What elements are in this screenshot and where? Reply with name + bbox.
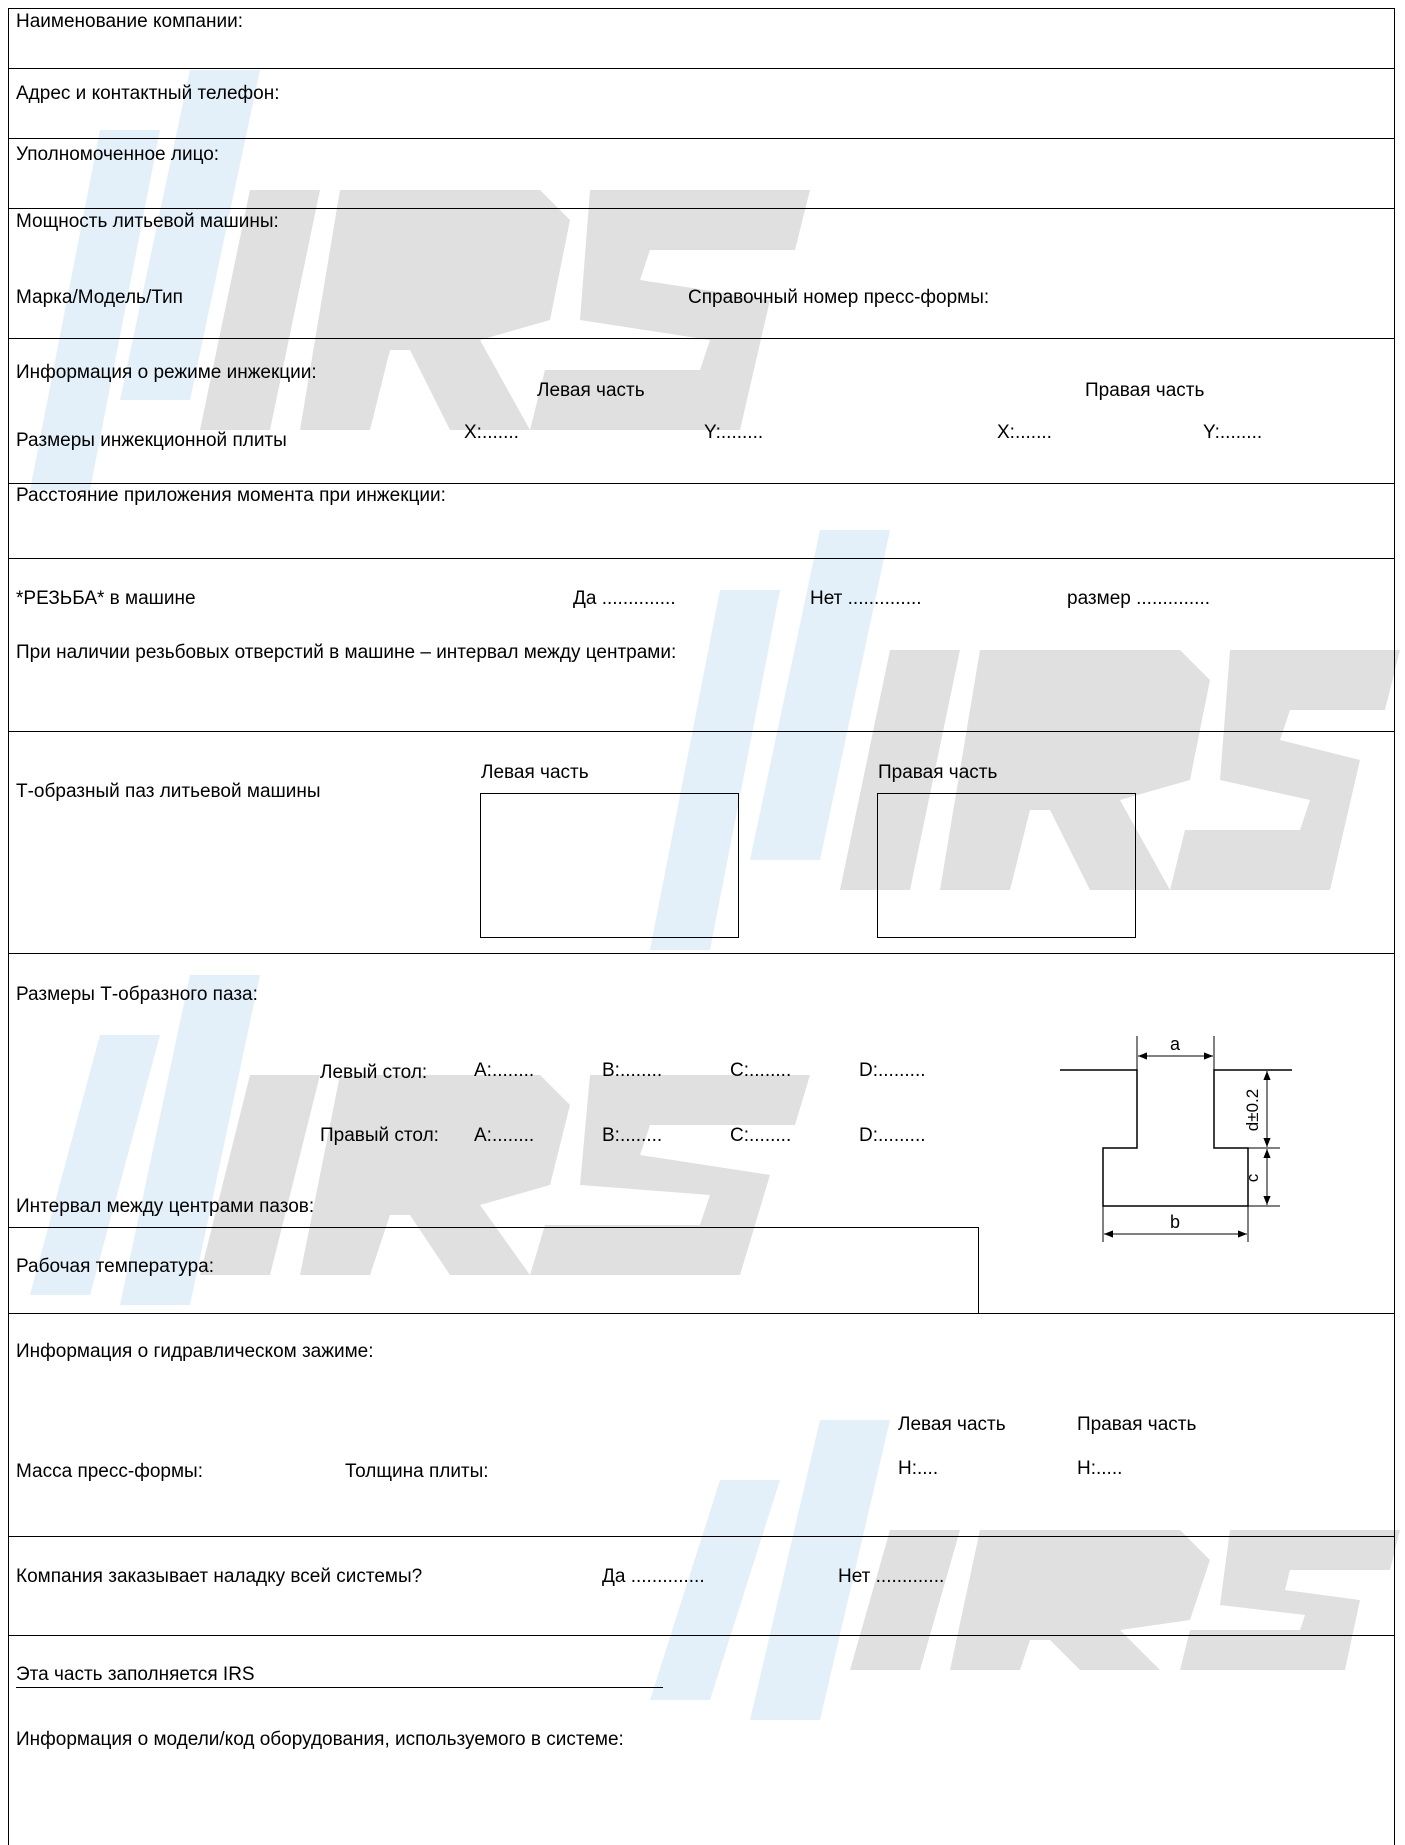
setup-no: Нет ............. — [838, 1566, 945, 1587]
left-table-c: C:........ — [730, 1060, 792, 1081]
address-phone-label: Адрес и контактный телефон: — [16, 83, 280, 104]
irs-title-underline — [16, 1687, 663, 1688]
thread-size: размер .............. — [1067, 588, 1211, 609]
company-name-label: Наименование компании: — [16, 11, 243, 32]
setup-yes: Да .............. — [602, 1566, 705, 1587]
injection-left-x: X:....... — [464, 422, 519, 443]
dim-label-d: d±0.2 — [1243, 1089, 1262, 1131]
brand-model-type-label: Марка/Модель/Тип — [16, 287, 183, 308]
operating-temperature-label: Рабочая температура: — [16, 1256, 214, 1277]
right-table-label: Правый стол: — [320, 1125, 439, 1146]
injection-left-part-label: Левая часть — [537, 380, 645, 401]
machine-power-label: Мощность литьевой машины: — [16, 211, 279, 232]
right-table-d: D:......... — [859, 1125, 926, 1146]
tslot-left-sketch-box[interactable] — [480, 793, 739, 938]
authorized-person-label: Уполномоченное лицо: — [16, 144, 220, 165]
slot-center-interval-label: Интервал между центрами пазов: — [16, 1196, 315, 1217]
row-divider — [8, 1227, 979, 1228]
row-divider — [8, 1313, 1395, 1314]
plate-thickness-label: Толщина плиты: — [345, 1461, 489, 1482]
row-divider — [8, 338, 1395, 339]
system-setup-question: Компания заказывает наладку всей системы… — [16, 1566, 423, 1587]
tslot-dimensions-label: Размеры Т-образного паза: — [16, 984, 258, 1005]
injection-right-x: X:....... — [997, 422, 1052, 443]
row-divider — [8, 208, 1395, 209]
hydraulic-left-h: H:.... — [898, 1458, 939, 1479]
injection-right-part-label: Правая часть — [1085, 380, 1205, 401]
dim-label-b: b — [1170, 1212, 1180, 1232]
right-table-a: A:........ — [474, 1125, 535, 1146]
row-divider — [8, 558, 1395, 559]
left-table-b: B:........ — [602, 1060, 663, 1081]
mold-reference-label: Справочный номер пресс-формы: — [688, 287, 990, 308]
torque-distance-label: Расстояние приложения момента при инжекц… — [16, 485, 446, 506]
row-divider — [8, 1536, 1395, 1537]
tslot-label: Т-образный паз литьевой машины — [16, 781, 321, 802]
thread-no: Нет .............. — [810, 588, 922, 609]
thread-interval-label: При наличии резьбовых отверстий в машине… — [16, 642, 677, 663]
tslot-right-part-label: Правая часть — [878, 762, 998, 783]
row-divider — [8, 953, 1395, 954]
right-table-b: B:........ — [602, 1125, 663, 1146]
row-divider — [8, 1635, 1395, 1636]
hydraulic-left-part-label: Левая часть — [898, 1414, 1006, 1435]
dim-label-c: c — [1243, 1173, 1262, 1182]
injection-plate-size-label: Размеры инжекционной плиты — [16, 430, 287, 451]
row-divider — [8, 483, 1395, 484]
row-divider — [8, 731, 1395, 732]
hydraulic-right-part-label: Правая часть — [1077, 1414, 1197, 1435]
hydraulic-right-h: H:..... — [1077, 1458, 1123, 1479]
right-table-c: C:........ — [730, 1125, 792, 1146]
row-divider — [8, 68, 1395, 69]
thread-label: *РЕЗЬБА* в машине — [16, 588, 196, 609]
equipment-info-label: Информация о модели/код оборудования, ис… — [16, 1729, 624, 1750]
left-table-d: D:......... — [859, 1060, 926, 1081]
tslot-right-sketch-box[interactable] — [877, 793, 1136, 938]
dim-label-a: a — [1170, 1034, 1181, 1054]
tslot-profile-drawing: a d±0.2 c b — [1060, 1034, 1292, 1242]
injection-right-y: Y:........ — [1203, 422, 1263, 443]
temperature-cell-divider — [978, 1227, 979, 1313]
left-table-a: A:........ — [474, 1060, 535, 1081]
injection-left-y: Y:........ — [704, 422, 764, 443]
row-divider — [8, 138, 1395, 139]
tslot-left-part-label: Левая часть — [481, 762, 589, 783]
left-table-label: Левый стол: — [320, 1062, 428, 1083]
thread-yes: Да .............. — [573, 588, 676, 609]
irs-section-title: Эта часть заполняется IRS — [16, 1664, 255, 1685]
hydraulic-clamp-info-label: Информация о гидравлическом зажиме: — [16, 1341, 374, 1362]
mold-mass-label: Масса пресс-формы: — [16, 1461, 203, 1482]
injection-info-label: Информация о режиме инжекции: — [16, 362, 317, 383]
